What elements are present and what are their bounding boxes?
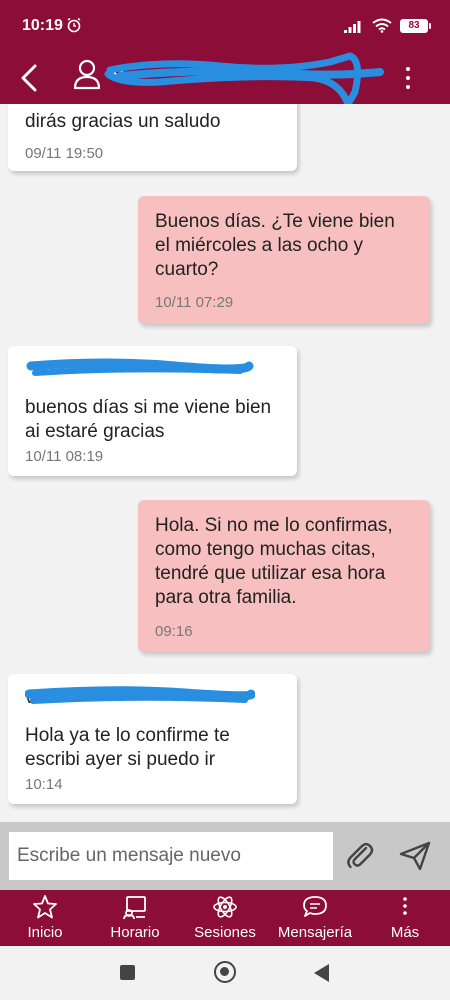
message-outgoing: Hola. Si no me lo confirmas, como tengo … (138, 500, 430, 652)
overflow-menu-button[interactable] (402, 64, 414, 92)
chat-area[interactable]: dirás gracias un saludo 09/11 19:50 Buen… (0, 104, 450, 822)
status-time: 10:19 (22, 17, 63, 34)
alarm-icon (67, 17, 81, 33)
nav-label: Más (390, 924, 420, 941)
nav-label: Inicio (27, 924, 63, 941)
sender-name (25, 358, 280, 378)
wifi-icon (372, 18, 392, 33)
message-text: dirás gracias un saludo (25, 111, 221, 132)
nav-item-mas[interactable]: Más (360, 890, 450, 946)
paperclip-icon[interactable] (344, 840, 376, 872)
redaction-scribble (26, 358, 254, 376)
status-bar: 10:19 83 (0, 0, 450, 52)
message-time: 10/11 07:29 (155, 294, 234, 311)
star-icon (33, 895, 57, 919)
battery-icon: 83 (400, 18, 431, 33)
status-icons: 83 (344, 18, 431, 33)
dot (406, 85, 410, 89)
message-input[interactable] (9, 832, 333, 880)
message-text: Hola. Si no me lo confirmas, como tengo … (155, 515, 393, 608)
compose-bar (0, 822, 450, 890)
nav-item-horario[interactable]: Horario (90, 890, 180, 946)
message-text: buenos días si me viene bien ai estaré g… (25, 397, 272, 442)
battery-level: 83 (408, 20, 420, 31)
nav-item-mensajeria[interactable]: Mensajería (270, 890, 360, 946)
chat-bubble-icon (303, 896, 327, 917)
message-text: Buenos días. ¿Te viene bien el miércoles… (155, 211, 395, 280)
message-time: 10/11 08:19 (25, 448, 104, 465)
system-navigation-bar (0, 946, 450, 1000)
atom-icon (213, 896, 237, 918)
person-icon (73, 59, 101, 90)
back-button[interactable] (12, 58, 46, 98)
message-outgoing: Buenos días. ¿Te viene bien el miércoles… (138, 196, 430, 324)
message-time: 09:16 (155, 623, 193, 640)
bottom-navigation: Inicio Horario Sesiones Mensajería Más (0, 890, 450, 946)
redaction-scribble (104, 52, 384, 108)
redaction-scribble (25, 686, 255, 704)
message-time: 10:14 (25, 776, 63, 793)
signal-icon (344, 20, 361, 33)
nav-label: Mensajería (277, 924, 353, 941)
message-incoming: buenos días si me viene bien ai estaré g… (8, 346, 297, 476)
dot (406, 76, 410, 80)
nav-label: Sesiones (194, 924, 256, 941)
message-incoming: dirás gracias un saludo 09/11 19:50 (8, 104, 297, 171)
send-icon[interactable] (398, 840, 432, 872)
message-time: 09/11 19:50 (25, 145, 104, 162)
more-vertical-icon (403, 897, 407, 915)
recents-button[interactable] (120, 965, 135, 980)
schedule-icon (123, 896, 146, 920)
message-text: Hola ya te lo confirme te escribi ayer s… (25, 725, 230, 770)
dot (406, 67, 410, 71)
home-button[interactable] (214, 961, 236, 983)
nav-item-sesiones[interactable]: Sesiones (180, 890, 270, 946)
nav-label: Horario (110, 924, 160, 941)
message-incoming: Vi Hola ya te lo confirme te escribi aye… (8, 674, 297, 804)
app-bar: Vi (0, 52, 450, 108)
sender-name: Vi (25, 686, 280, 706)
system-back-button[interactable] (314, 964, 329, 982)
nav-item-inicio[interactable]: Inicio (0, 890, 90, 946)
arrow-left-icon (21, 64, 37, 92)
